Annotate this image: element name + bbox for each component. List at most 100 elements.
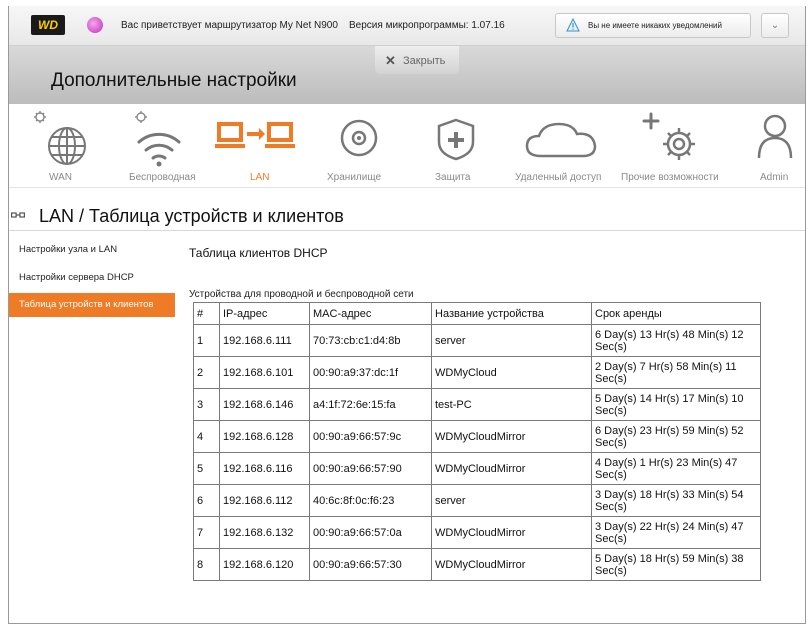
lan-icon: [215, 122, 295, 148]
main-nav: WAN Беспроводная LAN Хранилище Защита Уд…: [9, 104, 805, 188]
cell-number: 1: [193, 324, 220, 357]
cell-ip: 192.168.6.116: [219, 452, 310, 485]
gear-plus-icon: [642, 112, 695, 160]
nav-item-security[interactable]: Защита: [413, 104, 483, 188]
nav-label-wireless: Беспроводная: [129, 172, 196, 183]
dhcp-table-subtitle: Устройства для проводной и беспроводной …: [189, 289, 414, 300]
cell-device-name: test-PC: [431, 388, 592, 421]
cell-number: 5: [193, 452, 220, 485]
cell-lease: 3 Day(s) 18 Hr(s) 33 Min(s) 54 Sec(s): [591, 484, 761, 517]
header-bar: Дополнительные настройки ✕ Закрыть: [9, 46, 805, 104]
close-label: Закрыть: [403, 55, 446, 67]
top-bar: WD Вас приветствует маршрутизатор My Net…: [9, 6, 805, 46]
language-globe-icon[interactable]: [87, 17, 103, 33]
nav-item-more-features[interactable]: Прочие возможности: [621, 104, 741, 188]
column-header-ip: IP-адрес: [219, 302, 310, 325]
cell-number: 7: [193, 516, 220, 549]
cell-device-name: WDMyCloudMirror: [431, 516, 592, 549]
nav-item-wireless[interactable]: Беспроводная: [121, 104, 211, 188]
title-divider: [9, 230, 805, 231]
close-button[interactable]: ✕ Закрыть: [375, 46, 459, 74]
cell-device-name: WDMyCloudMirror: [431, 548, 592, 581]
cell-device-name: server: [431, 324, 592, 357]
table-row: 8 192.168.6.120 00:90:a9:66:57:30 WDMyCl…: [193, 548, 761, 581]
table-header-row: # IP-адрес MAC-адрес Название устройства…: [193, 302, 761, 325]
router-admin-window: WD Вас приветствует маршрутизатор My Net…: [8, 6, 806, 624]
lan-small-icon: [11, 212, 25, 218]
cell-mac: 70:73:cb:c1:d4:8b: [309, 324, 432, 357]
cell-ip: 192.168.6.120: [219, 548, 310, 581]
cloud-icon: [525, 122, 597, 158]
nav-label-admin: Admin: [760, 172, 789, 183]
globe-icon: [34, 111, 86, 165]
page-title: LAN / Таблица устройств и клиентов: [39, 206, 344, 226]
cell-device-name: WDMyCloudMirror: [431, 452, 592, 485]
cell-ip: 192.168.6.146: [219, 388, 310, 421]
wifi-icon: [135, 111, 181, 167]
nav-label-storage: Хранилище: [327, 172, 381, 183]
welcome-text: Вас приветствует маршрутизатор My Net N9…: [121, 20, 338, 31]
cell-mac: 00:90:a9:66:57:30: [309, 548, 432, 581]
cell-number: 4: [193, 420, 220, 453]
sidebar-item-lan-settings[interactable]: Настройки узла и LAN: [9, 238, 175, 262]
close-icon: ✕: [385, 53, 396, 68]
cell-number: 8: [193, 548, 220, 581]
nav-item-wan[interactable]: WAN: [29, 104, 99, 188]
nav-label-wan: WAN: [49, 172, 72, 183]
cell-number: 2: [193, 356, 220, 389]
column-header-number: #: [193, 302, 220, 325]
cell-device-name: server: [431, 484, 592, 517]
column-header-mac: MAC-адрес: [309, 302, 432, 325]
cell-device-name: WDMyCloudMirror: [431, 420, 592, 453]
cell-number: 6: [193, 484, 220, 517]
dhcp-clients-table: # IP-адрес MAC-адрес Название устройства…: [193, 302, 761, 581]
page-title-row: LAN / Таблица устройств и клиентов: [9, 204, 805, 230]
cell-ip: 192.168.6.111: [219, 324, 310, 357]
cell-lease: 5 Day(s) 14 Hr(s) 17 Min(s) 10 Sec(s): [591, 388, 761, 421]
cell-ip: 192.168.6.128: [219, 420, 310, 453]
table-row: 7 192.168.6.132 00:90:a9:66:57:0a WDMyCl…: [193, 516, 761, 549]
firmware-version: Версия микропрограммы: 1.07.16: [349, 20, 505, 31]
shield-icon: [437, 118, 475, 161]
cell-ip: 192.168.6.112: [219, 484, 310, 517]
nav-item-storage[interactable]: Хранилище: [309, 104, 399, 188]
dhcp-table-title: Таблица клиентов DHCP: [189, 246, 328, 260]
cell-lease: 2 Day(s) 7 Hr(s) 58 Min(s) 11 Sec(s): [591, 356, 761, 389]
cell-lease: 4 Day(s) 1 Hr(s) 23 Min(s) 47 Sec(s): [591, 452, 761, 485]
disc-icon: [340, 119, 378, 157]
table-row: 4 192.168.6.128 00:90:a9:66:57:9c WDMyCl…: [193, 420, 761, 453]
cell-lease: 5 Day(s) 18 Hr(s) 59 Min(s) 38 Sec(s): [591, 548, 761, 581]
sidebar-item-device-table[interactable]: Таблица устройств и клиентов: [9, 293, 175, 317]
cell-mac: 00:90:a9:66:57:9c: [309, 420, 432, 453]
cell-number: 3: [193, 388, 220, 421]
notification-text: Вы не имеете никаких уведомлений: [588, 21, 722, 30]
cell-device-name: WDMyCloud: [431, 356, 592, 389]
table-row: 3 192.168.6.146 a4:1f:72:6e:15:fa test-P…: [193, 388, 761, 421]
nav-label-remote-access: Удаленный доступ: [515, 172, 602, 183]
wd-logo[interactable]: WD: [31, 15, 65, 35]
table-row: 2 192.168.6.101 00:90:a9:37:dc:1f WDMyCl…: [193, 356, 761, 389]
column-header-device-name: Название устройства: [431, 302, 592, 325]
cell-lease: 6 Day(s) 13 Hr(s) 48 Min(s) 12 Sec(s): [591, 324, 761, 357]
cell-mac: a4:1f:72:6e:15:fa: [309, 388, 432, 421]
nav-label-lan: LAN: [250, 172, 270, 183]
nav-item-lan[interactable]: LAN: [213, 104, 303, 188]
nav-label-more-features: Прочие возможности: [621, 172, 719, 183]
nav-item-admin[interactable]: Admin: [745, 104, 805, 188]
notification-box[interactable]: Вы не имеете никаких уведомлений: [555, 13, 751, 38]
cell-mac: 40:6c:8f:0c:f6:23: [309, 484, 432, 517]
cell-mac: 00:90:a9:37:dc:1f: [309, 356, 432, 389]
table-row: 6 192.168.6.112 40:6c:8f:0c:f6:23 server…: [193, 484, 761, 517]
nav-item-remote-access[interactable]: Удаленный доступ: [513, 104, 623, 188]
cell-ip: 192.168.6.132: [219, 516, 310, 549]
table-row: 1 192.168.6.111 70:73:cb:c1:d4:8b server…: [193, 324, 761, 357]
table-row: 5 192.168.6.116 00:90:a9:66:57:90 WDMyCl…: [193, 452, 761, 485]
sidebar-item-dhcp-server[interactable]: Настройки сервера DHCP: [9, 266, 175, 290]
notification-dropdown-button[interactable]: ⌄: [761, 13, 789, 38]
user-icon: [757, 114, 793, 159]
nav-label-security: Защита: [435, 172, 471, 183]
cell-mac: 00:90:a9:66:57:0a: [309, 516, 432, 549]
section-title: Дополнительные настройки: [51, 70, 297, 91]
cell-ip: 192.168.6.101: [219, 356, 310, 389]
cell-lease: 3 Day(s) 22 Hr(s) 24 Min(s) 47 Sec(s): [591, 516, 761, 549]
